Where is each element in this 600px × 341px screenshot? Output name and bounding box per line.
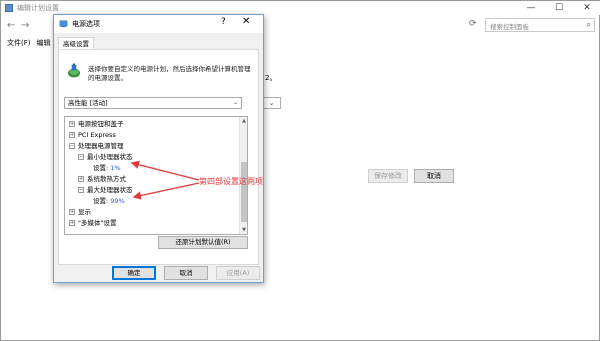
- annotation-arrows: [130, 160, 200, 200]
- annotation-arrow-max: [132, 182, 200, 200]
- annotation-note: 第四部设置这两项: [199, 177, 263, 186]
- annotation-arrow-min: [130, 160, 200, 181]
